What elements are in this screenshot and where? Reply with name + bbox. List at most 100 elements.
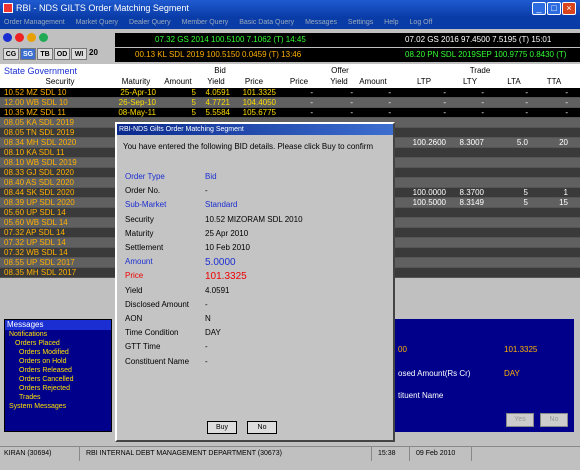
tab-od[interactable]: OD bbox=[54, 48, 70, 60]
maximize-icon[interactable]: □ bbox=[547, 2, 561, 15]
table-row[interactable]: 10.52 MZ SDL 10 25-Apr-10 5 4.0591 101.3325 -… bbox=[0, 88, 580, 98]
security-cell: 08.33 GJ SDL 2020 bbox=[4, 168, 74, 177]
col-yield[interactable]: Yield bbox=[202, 77, 230, 86]
grid-cell: 20 bbox=[559, 138, 568, 147]
window-titlebar: RBI - NDS GILTS Order Matching Segment _… bbox=[0, 0, 580, 17]
dialog-field-label: Sub-Market bbox=[125, 200, 167, 210]
security-cell: 08.10 WB SDL 2019 bbox=[4, 158, 77, 167]
table-row[interactable]: 10.35 MZ SDL 11 08-May-11 5 5.5584 105.6775 -… bbox=[0, 108, 580, 118]
close-icon[interactable]: × bbox=[562, 2, 576, 15]
grid-cell: 26-Sep-10 bbox=[118, 98, 156, 107]
tab-tb[interactable]: TB bbox=[37, 48, 53, 60]
panel-value-1: 00 bbox=[398, 345, 407, 354]
msg-orders-cancelled[interactable]: Orders Cancelled bbox=[5, 375, 111, 384]
col-ltp[interactable]: LTP bbox=[410, 77, 438, 86]
menu-help[interactable]: Help bbox=[384, 19, 398, 26]
ticker-top: 07.32 GS 2014 100.5100 7.1062 (T) 14:45 … bbox=[115, 33, 580, 47]
dialog-field-label: Constituent Name bbox=[125, 356, 190, 366]
menu-settings[interactable]: Settings bbox=[348, 19, 373, 26]
dialog-field-label: Order Type bbox=[125, 172, 165, 181]
msg-orders-rejected[interactable]: Orders Rejected bbox=[5, 384, 111, 393]
security-cell: 08.39 UP SDL 2020 bbox=[4, 198, 75, 207]
ticker-bottom-left: 00.13 KL SDL 2019 100.5150 0.0459 (T) 13… bbox=[135, 50, 302, 59]
dialog-field-label: Maturity bbox=[125, 228, 154, 238]
minimize-icon[interactable]: _ bbox=[532, 2, 546, 15]
add-icon[interactable] bbox=[3, 33, 12, 42]
dialog-title: RBI-NDS Gilts Order Matching Segment bbox=[117, 124, 393, 135]
col-offer-yield[interactable]: Yield bbox=[325, 77, 353, 86]
remove-icon[interactable] bbox=[15, 33, 24, 42]
menu-messages[interactable]: Messages bbox=[305, 19, 337, 26]
toolbar: CG SG TB OD WI 20 bbox=[0, 29, 115, 61]
grid-cell: - bbox=[481, 98, 484, 107]
msg-system-messages[interactable]: System Messages bbox=[5, 402, 111, 411]
menu-dealer-query[interactable]: Dealer Query bbox=[129, 19, 171, 26]
grid-cell: 5 bbox=[523, 188, 528, 197]
dialog-field-label: GTT Time bbox=[125, 342, 161, 352]
col-offer-amount[interactable]: Amount bbox=[355, 77, 391, 86]
panel-yes-button[interactable]: Yes bbox=[506, 413, 534, 427]
col-lty[interactable]: LTY bbox=[456, 77, 484, 86]
grid-cell: - bbox=[350, 88, 353, 97]
grid-cell: 101.3325 bbox=[242, 88, 276, 97]
dialog-field-value: Bid bbox=[205, 172, 217, 181]
dialog-field-value: - bbox=[205, 356, 208, 366]
dialog-field-label: Order No. bbox=[125, 186, 161, 196]
ticker-top-left: 07.32 GS 2014 100.5100 7.1062 (T) 14:45 bbox=[155, 35, 306, 44]
order-entry-panel: 00 101.3325 osed Amount(Rs Cr) DAY titue… bbox=[394, 319, 574, 432]
col-maturity[interactable]: Maturity bbox=[116, 77, 156, 86]
grid-cell: 5.5584 bbox=[205, 108, 230, 117]
wi-count: 20 bbox=[89, 48, 98, 57]
dialog-field-value: 4.0591 bbox=[205, 285, 230, 295]
tab-sg[interactable]: SG bbox=[20, 48, 36, 60]
msg-notifications[interactable]: Notifications bbox=[5, 330, 111, 339]
grid-cell: - bbox=[481, 88, 484, 97]
col-offer-price[interactable]: Price bbox=[285, 77, 313, 86]
refresh-icon[interactable] bbox=[39, 33, 48, 42]
messages-title: Messages bbox=[5, 320, 111, 330]
grid-cell: 5 bbox=[191, 88, 196, 97]
dialog-field-value: 10 Feb 2010 bbox=[205, 243, 250, 252]
col-amount[interactable]: Amount bbox=[160, 77, 196, 86]
col-lta[interactable]: LTA bbox=[500, 77, 528, 86]
msg-orders-modified[interactable]: Orders Modified bbox=[5, 348, 111, 357]
messages-panel: Messages Notifications Orders Placed Ord… bbox=[4, 319, 112, 432]
msg-trades[interactable]: Trades bbox=[5, 393, 111, 402]
msg-orders-placed[interactable]: Orders Placed bbox=[5, 339, 111, 348]
msg-orders-released[interactable]: Orders Released bbox=[5, 366, 111, 375]
menu-log-off[interactable]: Log Off bbox=[410, 19, 433, 26]
grid-cell: - bbox=[443, 88, 446, 97]
dialog-field-value: - bbox=[205, 186, 208, 196]
ticker-bottom-right: 08.20 PN SDL 2019SEP 100.9775 0.8430 (T) bbox=[405, 50, 567, 59]
menu-bar: Order Management Market Query Dealer Que… bbox=[0, 17, 580, 29]
grid-cell: 5 bbox=[523, 198, 528, 207]
grid-cell: 105.6775 bbox=[242, 108, 276, 117]
table-row[interactable]: 12.00 WB SDL 10 26-Sep-10 5 4.7721 104.4050 -… bbox=[0, 98, 580, 108]
panel-no-button[interactable]: No bbox=[540, 413, 568, 427]
col-price[interactable]: Price bbox=[240, 77, 268, 86]
dialog-field-label: Security bbox=[125, 214, 154, 224]
status-date: 09 Feb 2010 bbox=[412, 447, 472, 461]
info-icon[interactable] bbox=[27, 33, 36, 42]
col-security[interactable]: Security bbox=[30, 77, 90, 86]
grid-cell: 08-May-11 bbox=[118, 108, 156, 117]
tab-wi[interactable]: WI bbox=[71, 48, 87, 60]
grid-cell: - bbox=[310, 108, 313, 117]
buy-button[interactable]: Buy bbox=[207, 421, 237, 434]
grid-cell: - bbox=[565, 88, 568, 97]
col-tta[interactable]: TTA bbox=[540, 77, 568, 86]
bid-confirm-dialog: RBI-NDS Gilts Order Matching Segment You… bbox=[115, 122, 395, 442]
no-button[interactable]: No bbox=[247, 421, 277, 434]
status-bar: KIRAN (30694) RBI INTERNAL DEBT MANAGEME… bbox=[0, 446, 580, 461]
grid-cell: 100.2600 bbox=[412, 138, 446, 147]
security-cell: 10.52 MZ SDL 10 bbox=[4, 88, 67, 97]
menu-basic-data-query[interactable]: Basic Data Query bbox=[239, 19, 294, 26]
menu-member-query[interactable]: Member Query bbox=[182, 19, 229, 26]
grid-header: State Government Bid Offer Trade Securit… bbox=[0, 64, 580, 88]
status-user: KIRAN (30694) bbox=[0, 447, 80, 461]
menu-order-management[interactable]: Order Management bbox=[4, 19, 65, 26]
grid-cell: 8.3007 bbox=[459, 138, 484, 147]
msg-orders-on-hold[interactable]: Orders on Hold bbox=[5, 357, 111, 366]
menu-market-query[interactable]: Market Query bbox=[76, 19, 118, 26]
tab-cg[interactable]: CG bbox=[3, 48, 19, 60]
